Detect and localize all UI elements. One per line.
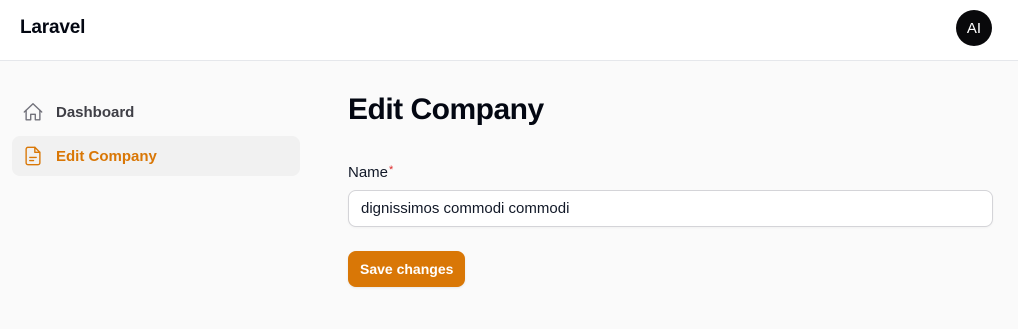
document-icon — [22, 145, 44, 167]
home-icon — [22, 101, 44, 123]
sidebar: Dashboard Edit Company — [12, 92, 300, 180]
name-input[interactable] — [348, 190, 993, 227]
top-bar: Laravel AI — [0, 0, 1018, 61]
sidebar-item-label: Dashboard — [56, 103, 135, 121]
sidebar-item-edit-company[interactable]: Edit Company — [12, 136, 300, 176]
main-content: Edit Company Name * Save changes — [348, 92, 993, 287]
name-field-label: Name * — [348, 164, 993, 181]
brand-logo[interactable]: Laravel — [20, 17, 85, 39]
required-indicator: * — [389, 164, 394, 176]
user-avatar[interactable]: AI — [956, 10, 992, 46]
page-title: Edit Company — [348, 93, 544, 126]
sidebar-item-label: Edit Company — [56, 147, 157, 165]
name-label-text: Name — [348, 164, 389, 181]
sidebar-item-dashboard[interactable]: Dashboard — [12, 92, 300, 132]
save-changes-button[interactable]: Save changes — [348, 251, 466, 287]
